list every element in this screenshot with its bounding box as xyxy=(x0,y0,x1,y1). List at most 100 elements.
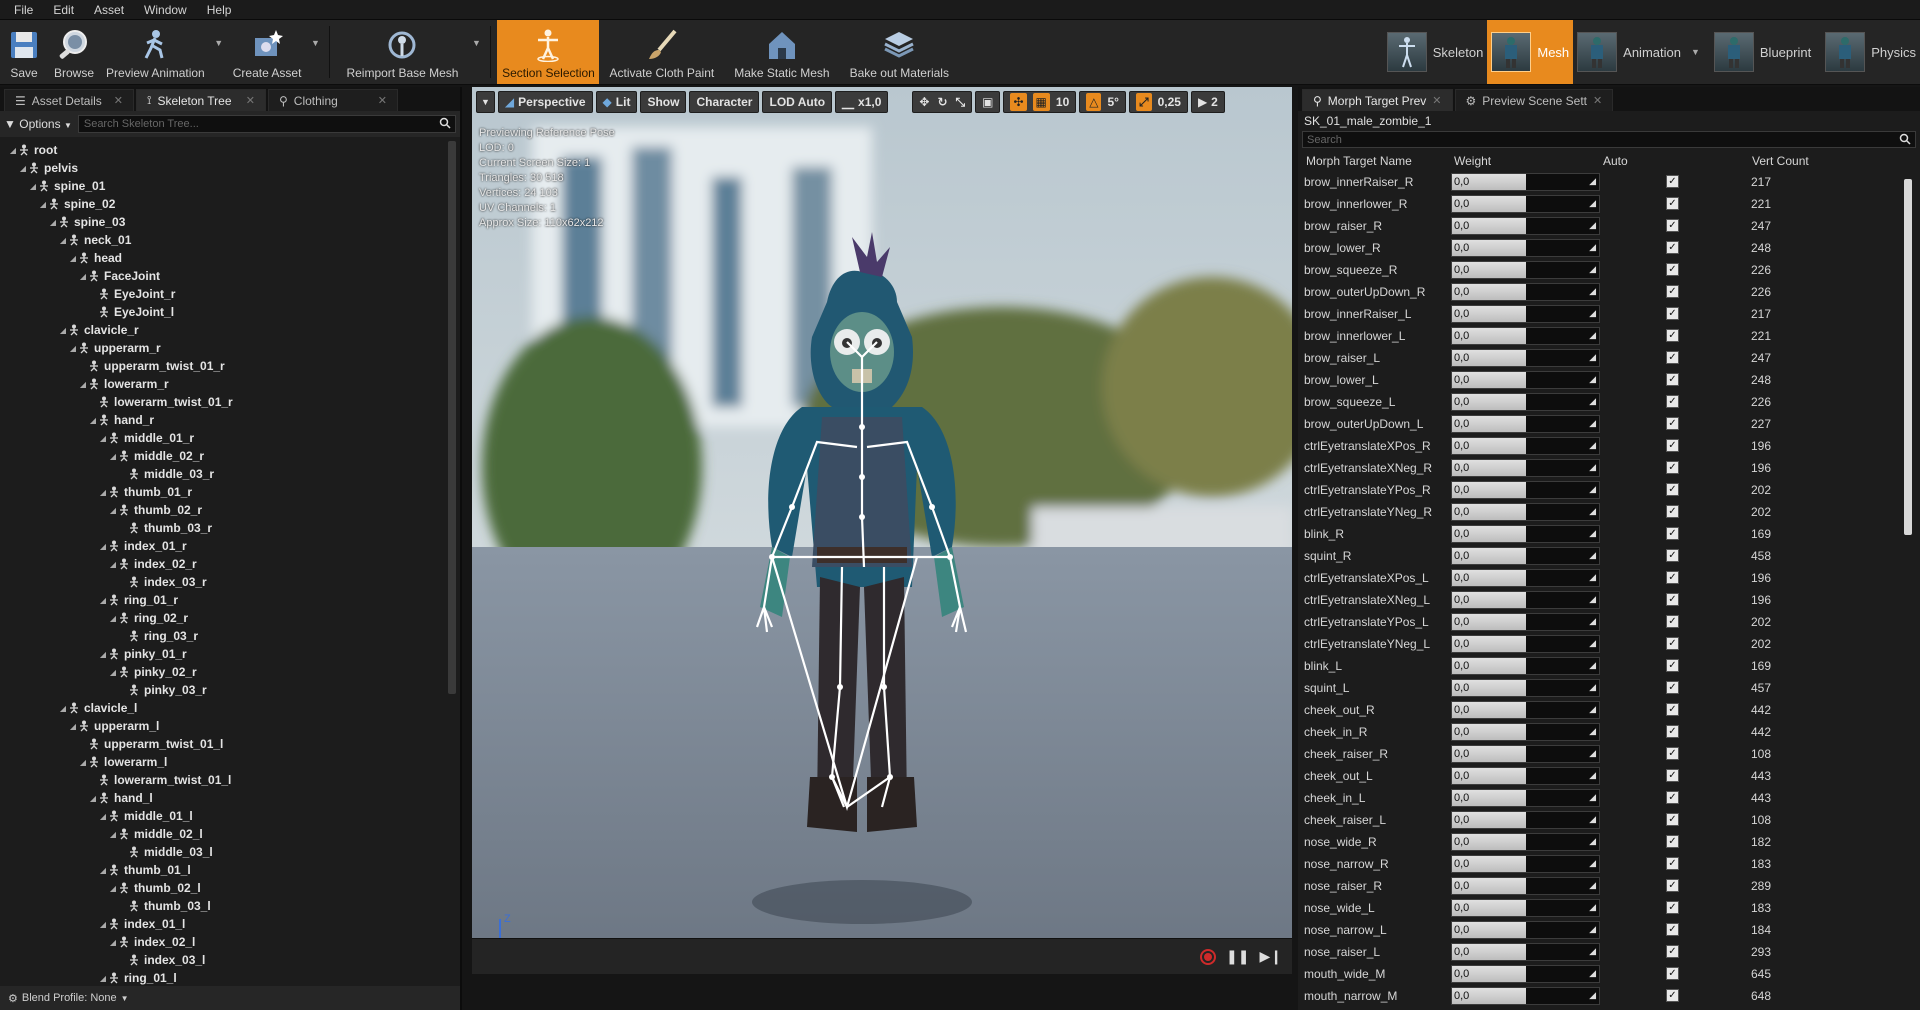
expand-arrow-icon[interactable]: ◢ xyxy=(68,254,78,263)
morph-target-row[interactable]: brow_raiser_L 0,0 ◢ ✓ 247 xyxy=(1298,347,1920,369)
bone-row[interactable]: ◢ lowerarm_l xyxy=(0,753,444,771)
morph-target-row[interactable]: ctrlEyetranslateXNeg_L 0,0 ◢ ✓ 196 xyxy=(1298,589,1920,611)
bone-row[interactable]: EyeJoint_l xyxy=(0,303,444,321)
mode-physics-button[interactable]: Physics xyxy=(1821,20,1920,84)
morph-target-row[interactable]: ctrlEyetranslateXPos_L 0,0 ◢ ✓ 196 xyxy=(1298,567,1920,589)
bone-row[interactable]: ◢ upperarm_r xyxy=(0,339,444,357)
weight-slider[interactable]: 0,0 ◢ xyxy=(1451,877,1600,895)
auto-checkbox[interactable]: ✓ xyxy=(1666,791,1679,804)
drag-grip-icon[interactable]: ◢ xyxy=(1589,220,1596,231)
drag-grip-icon[interactable]: ◢ xyxy=(1589,550,1596,561)
morph-target-row[interactable]: ctrlEyetranslateXNeg_R 0,0 ◢ ✓ 196 xyxy=(1298,457,1920,479)
angle-snap-icon[interactable]: △ xyxy=(1086,93,1102,111)
weight-slider[interactable]: 0,0 ◢ xyxy=(1451,745,1600,763)
weight-slider[interactable]: 0,0 ◢ xyxy=(1451,569,1600,587)
bone-row[interactable]: pinky_03_r xyxy=(0,681,444,699)
options-button[interactable]: ▼ Options ▼ xyxy=(4,117,72,131)
weight-slider[interactable]: 0,0 ◢ xyxy=(1451,217,1600,235)
weight-slider[interactable]: 0,0 ◢ xyxy=(1451,173,1600,191)
bake-out-materials-button[interactable]: Bake out Materials xyxy=(840,20,959,84)
mode-skeleton-button[interactable]: Skeleton xyxy=(1383,20,1488,84)
bone-row[interactable]: ◢ spine_03 xyxy=(0,213,444,231)
expand-arrow-icon[interactable]: ◢ xyxy=(18,164,28,173)
expand-arrow-icon[interactable]: ◢ xyxy=(98,920,108,929)
morph-target-row[interactable]: nose_raiser_L 0,0 ◢ ✓ 293 xyxy=(1298,941,1920,963)
weight-slider[interactable]: 0,0 ◢ xyxy=(1451,547,1600,565)
expand-arrow-icon[interactable]: ◢ xyxy=(108,614,118,623)
bone-row[interactable]: ◢ middle_02_r xyxy=(0,447,444,465)
drag-grip-icon[interactable]: ◢ xyxy=(1589,198,1596,209)
show-button[interactable]: Show xyxy=(640,91,687,113)
bone-row[interactable]: ◢ spine_01 xyxy=(0,177,444,195)
auto-checkbox[interactable]: ✓ xyxy=(1666,395,1679,408)
bone-row[interactable]: middle_03_r xyxy=(0,465,444,483)
bone-row[interactable]: upperarm_twist_01_r xyxy=(0,357,444,375)
auto-checkbox[interactable]: ✓ xyxy=(1666,439,1679,452)
expand-arrow-icon[interactable]: ◢ xyxy=(68,722,78,731)
morph-target-row[interactable]: cheek_raiser_L 0,0 ◢ ✓ 108 xyxy=(1298,809,1920,831)
drag-grip-icon[interactable]: ◢ xyxy=(1589,638,1596,649)
bone-row[interactable]: ◢ index_02_r xyxy=(0,555,444,573)
expand-arrow-icon[interactable]: ◢ xyxy=(58,326,68,335)
weight-slider[interactable]: 0,0 ◢ xyxy=(1451,327,1600,345)
rotate-icon[interactable]: ↻ xyxy=(937,95,947,109)
morph-target-row[interactable]: nose_raiser_R 0,0 ◢ ✓ 289 xyxy=(1298,875,1920,897)
expand-arrow-icon[interactable]: ◢ xyxy=(98,596,108,605)
weight-slider[interactable]: 0,0 ◢ xyxy=(1451,503,1600,521)
expand-arrow-icon[interactable]: ◢ xyxy=(88,794,98,803)
weight-slider[interactable]: 0,0 ◢ xyxy=(1451,811,1600,829)
browse-button[interactable]: Browse xyxy=(48,20,100,84)
bone-row[interactable]: ◢ middle_01_l xyxy=(0,807,444,825)
expand-arrow-icon[interactable]: ◢ xyxy=(98,812,108,821)
header-morph-name[interactable]: Morph Target Name xyxy=(1306,154,1412,168)
auto-checkbox[interactable]: ✓ xyxy=(1666,571,1679,584)
tab-asset-details[interactable]: ☰ Asset Details ✕ xyxy=(4,89,134,111)
drag-grip-icon[interactable]: ◢ xyxy=(1589,704,1596,715)
drag-grip-icon[interactable]: ◢ xyxy=(1589,572,1596,583)
morph-target-row[interactable]: ctrlEyetranslateYPos_L 0,0 ◢ ✓ 202 xyxy=(1298,611,1920,633)
drag-grip-icon[interactable]: ◢ xyxy=(1589,726,1596,737)
drag-grip-icon[interactable]: ◢ xyxy=(1589,814,1596,825)
drag-grip-icon[interactable]: ◢ xyxy=(1589,308,1596,319)
header-vert-count[interactable]: Vert Count xyxy=(1752,154,1809,168)
drag-grip-icon[interactable]: ◢ xyxy=(1589,946,1596,957)
expand-arrow-icon[interactable]: ◢ xyxy=(68,344,78,353)
bone-row[interactable]: ◢ spine_02 xyxy=(0,195,444,213)
drag-grip-icon[interactable]: ◢ xyxy=(1589,418,1596,429)
expand-arrow-icon[interactable]: ◢ xyxy=(108,884,118,893)
tab-morph-target-preview[interactable]: ⚲ Morph Target Prev ✕ xyxy=(1302,89,1453,111)
morph-target-row[interactable]: mouth_wide_M 0,0 ◢ ✓ 645 xyxy=(1298,963,1920,985)
animation-dropdown-arrow[interactable]: ▼ xyxy=(1691,47,1700,57)
drag-grip-icon[interactable]: ◢ xyxy=(1589,528,1596,539)
morph-target-row[interactable]: mouth_narrow_M 0,0 ◢ ✓ 648 xyxy=(1298,985,1920,1007)
drag-grip-icon[interactable]: ◢ xyxy=(1589,330,1596,341)
morph-target-row[interactable]: nose_wide_R 0,0 ◢ ✓ 182 xyxy=(1298,831,1920,853)
weight-slider[interactable]: 0,0 ◢ xyxy=(1451,899,1600,917)
drag-grip-icon[interactable]: ◢ xyxy=(1589,286,1596,297)
bone-row[interactable]: ◢ pelvis xyxy=(0,159,444,177)
auto-checkbox[interactable]: ✓ xyxy=(1666,197,1679,210)
drag-grip-icon[interactable]: ◢ xyxy=(1589,990,1596,1001)
expand-arrow-icon[interactable]: ◢ xyxy=(98,974,108,983)
expand-arrow-icon[interactable]: ◢ xyxy=(98,488,108,497)
playback-speed-button[interactable]: ⎽ x1,0 xyxy=(835,91,889,113)
bone-row[interactable]: ◢ hand_l xyxy=(0,789,444,807)
auto-checkbox[interactable]: ✓ xyxy=(1666,747,1679,760)
bone-row[interactable]: ◢ ring_02_r xyxy=(0,609,444,627)
bone-row[interactable]: lowerarm_twist_01_r xyxy=(0,393,444,411)
save-button[interactable]: Save xyxy=(0,20,48,84)
viewport[interactable]: Z X ▼ ◢Perspective ◆Lit Show Character L… xyxy=(472,87,1292,974)
bone-row[interactable]: ◢ head xyxy=(0,249,444,267)
morph-target-row[interactable]: nose_narrow_R 0,0 ◢ ✓ 183 xyxy=(1298,853,1920,875)
weight-slider[interactable]: 0,0 ◢ xyxy=(1451,921,1600,939)
morph-target-row[interactable]: blink_L 0,0 ◢ ✓ 169 xyxy=(1298,655,1920,677)
bone-row[interactable]: ◢ pinky_02_r xyxy=(0,663,444,681)
drag-grip-icon[interactable]: ◢ xyxy=(1589,352,1596,363)
create-asset-dropdown[interactable]: ▼ xyxy=(307,20,323,84)
bone-row[interactable]: ◢ lowerarm_r xyxy=(0,375,444,393)
auto-checkbox[interactable]: ✓ xyxy=(1666,593,1679,606)
weight-slider[interactable]: 0,0 ◢ xyxy=(1451,283,1600,301)
weight-slider[interactable]: 0,0 ◢ xyxy=(1451,459,1600,477)
bone-row[interactable]: thumb_03_l xyxy=(0,897,444,915)
weight-slider[interactable]: 0,0 ◢ xyxy=(1451,591,1600,609)
